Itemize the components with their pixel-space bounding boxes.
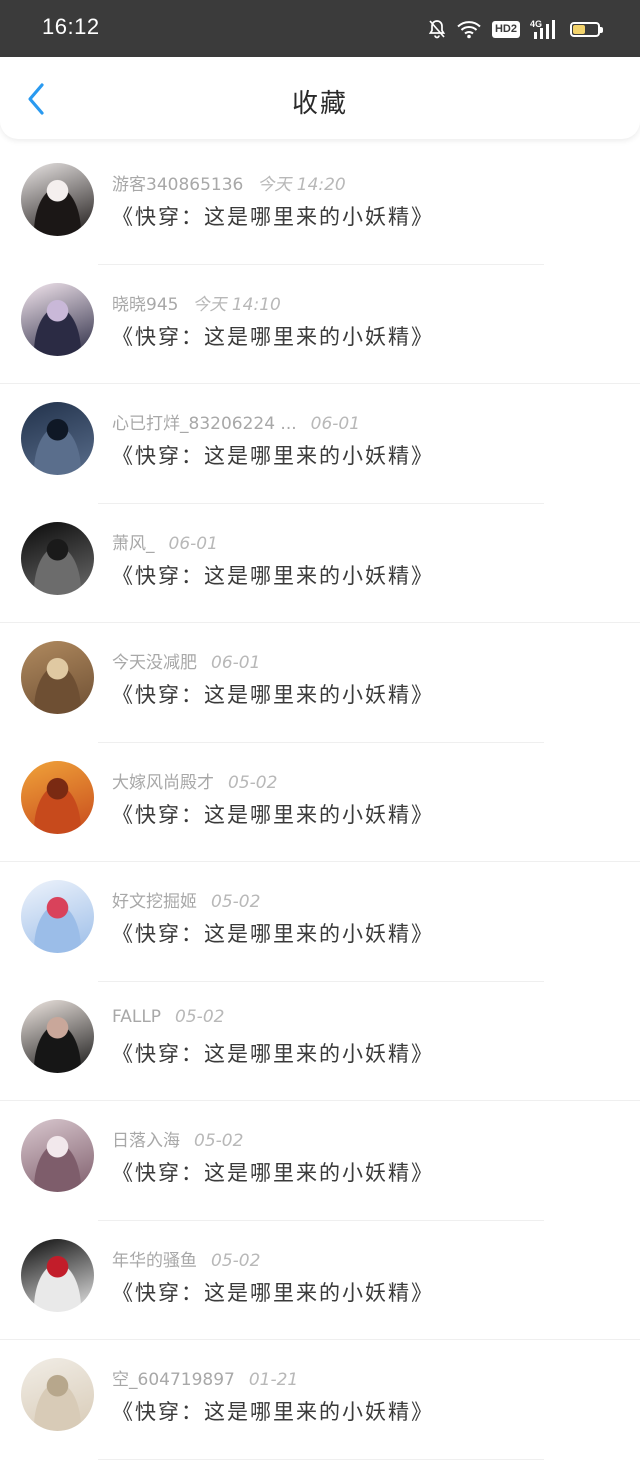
page-title: 收藏 [291, 89, 348, 119]
username: 空_604719897 [112, 1370, 235, 1390]
timestamp: 05-02 [228, 772, 278, 793]
list-item[interactable]: 今天没减肥 06-01 《快穿：这是哪里来的小妖精》 [0, 623, 640, 743]
list-item[interactable]: 好文挖掘姬 05-02 《快穿：这是哪里来的小妖精》 [0, 862, 640, 982]
item-meta: 年华的骚鱼 05-02 [112, 1246, 260, 1271]
list-item[interactable]: 日落入海 05-02 《快穿：这是哪里来的小妖精》 [0, 1101, 640, 1221]
username: 晓晓945 [112, 294, 179, 315]
book-title: 《快穿：这是哪里来的小妖精》 [112, 205, 434, 229]
username: 年华的骚鱼 [112, 1250, 197, 1271]
username: FALLP [112, 1006, 162, 1027]
timestamp: 今天 14:10 [192, 294, 281, 315]
book-title: 《快穿：这是哪里来的小妖精》 [112, 802, 434, 827]
item-meta: 游客340865136 今天 14:20 [112, 170, 346, 195]
bell-off-icon [428, 19, 446, 39]
avatar[interactable] [21, 402, 94, 475]
battery-icon [570, 21, 603, 37]
list-item[interactable]: 游客340865136 今天 14:20 《快穿：这是哪里来的小妖精》 [0, 145, 640, 265]
book-title: 《快穿：这是哪里来的小妖精》 [112, 1280, 434, 1305]
book-title: 《快穿：这是哪里来的小妖精》 [112, 683, 434, 707]
status-time: 16:12 [42, 14, 100, 39]
timestamp: 06-01 [310, 414, 361, 434]
list-item[interactable]: 心已打烊_83206224 ... 06-01 《快穿：这是哪里来的小妖精》 [0, 384, 640, 504]
item-meta: 日落入海 05-02 [112, 1126, 243, 1151]
avatar[interactable] [21, 1358, 94, 1431]
book-title: 《快穿：这是哪里来的小妖精》 [112, 563, 434, 588]
status-icons: HD2 4G [428, 16, 603, 42]
timestamp: 05-02 [211, 892, 261, 912]
avatar[interactable] [21, 282, 94, 356]
wifi-icon [456, 19, 482, 39]
avatar[interactable] [21, 1119, 94, 1192]
book-title: 《快穿：这是哪里来的小妖精》 [112, 444, 434, 468]
username: 心已打烊_83206224 ... [112, 414, 297, 434]
username: 今天没减肥 [112, 653, 197, 673]
item-meta: 空_604719897 01-21 [112, 1365, 298, 1390]
item-meta: 好文挖掘姬 05-02 [112, 887, 260, 912]
avatar[interactable] [21, 163, 94, 236]
avatar[interactable] [21, 1238, 94, 1312]
list-item[interactable]: 空_604719897 01-21 《快穿：这是哪里来的小妖精》 [0, 1340, 640, 1460]
book-title: 《快穿：这是哪里来的小妖精》 [112, 1161, 434, 1185]
item-meta: 萧风_ 06-01 [112, 529, 218, 554]
battery-fill [573, 24, 586, 34]
avatar[interactable] [21, 641, 94, 714]
book-title: 《快穿：这是哪里来的小妖精》 [112, 1041, 434, 1066]
hd-badge: HD2 [491, 20, 520, 38]
item-meta: 心已打烊_83206224 ... 06-01 [112, 409, 360, 434]
username: 好文挖掘姬 [112, 892, 197, 912]
cellular-signal-icon: 4G [530, 18, 560, 40]
username: 游客340865136 [112, 175, 244, 195]
timestamp: 06-01 [168, 533, 218, 554]
favorites-list: 游客340865136 今天 14:20 《快穿：这是哪里来的小妖精》 晓晓945 今天… [0, 145, 640, 1460]
divider [98, 1458, 544, 1460]
timestamp: 01-21 [248, 1370, 299, 1390]
status-bar: 16:12 HD2 4G [0, 0, 640, 57]
username: 大嫁风尚殿才 [112, 772, 214, 793]
timestamp: 05-02 [175, 1006, 225, 1027]
book-title: 《快穿：这是哪里来的小妖精》 [112, 324, 434, 349]
item-meta: FALLP 05-02 [112, 1007, 224, 1027]
list-item[interactable]: 年华的骚鱼 05-02 《快穿：这是哪里来的小妖精》 [0, 1221, 640, 1340]
avatar[interactable] [21, 521, 94, 595]
list-item[interactable]: 晓晓945 今天 14:10 《快穿：这是哪里来的小妖精》 [0, 265, 640, 384]
item-meta: 今天没减肥 06-01 [112, 648, 260, 673]
svg-text:4G: 4G [530, 19, 542, 29]
username: 日落入海 [112, 1131, 180, 1151]
username: 萧风_ [112, 533, 155, 554]
avatar[interactable] [21, 999, 94, 1073]
list-item[interactable]: 萧风_ 06-01 《快穿：这是哪里来的小妖精》 [0, 504, 640, 623]
timestamp: 05-02 [211, 1250, 261, 1271]
list-item[interactable]: 大嫁风尚殿才 05-02 《快穿：这是哪里来的小妖精》 [0, 743, 640, 862]
timestamp: 05-02 [194, 1131, 244, 1151]
avatar[interactable] [21, 760, 94, 834]
timestamp: 今天 14:20 [257, 175, 346, 195]
book-title: 《快穿：这是哪里来的小妖精》 [112, 922, 434, 946]
avatar[interactable] [21, 880, 94, 953]
timestamp: 06-01 [211, 653, 261, 673]
header: 收藏 [0, 57, 640, 139]
item-meta: 晓晓945 今天 14:10 [112, 290, 281, 315]
item-meta: 大嫁风尚殿才 05-02 [112, 768, 277, 793]
list-item[interactable]: FALLP 05-02 《快穿：这是哪里来的小妖精》 [0, 982, 640, 1101]
